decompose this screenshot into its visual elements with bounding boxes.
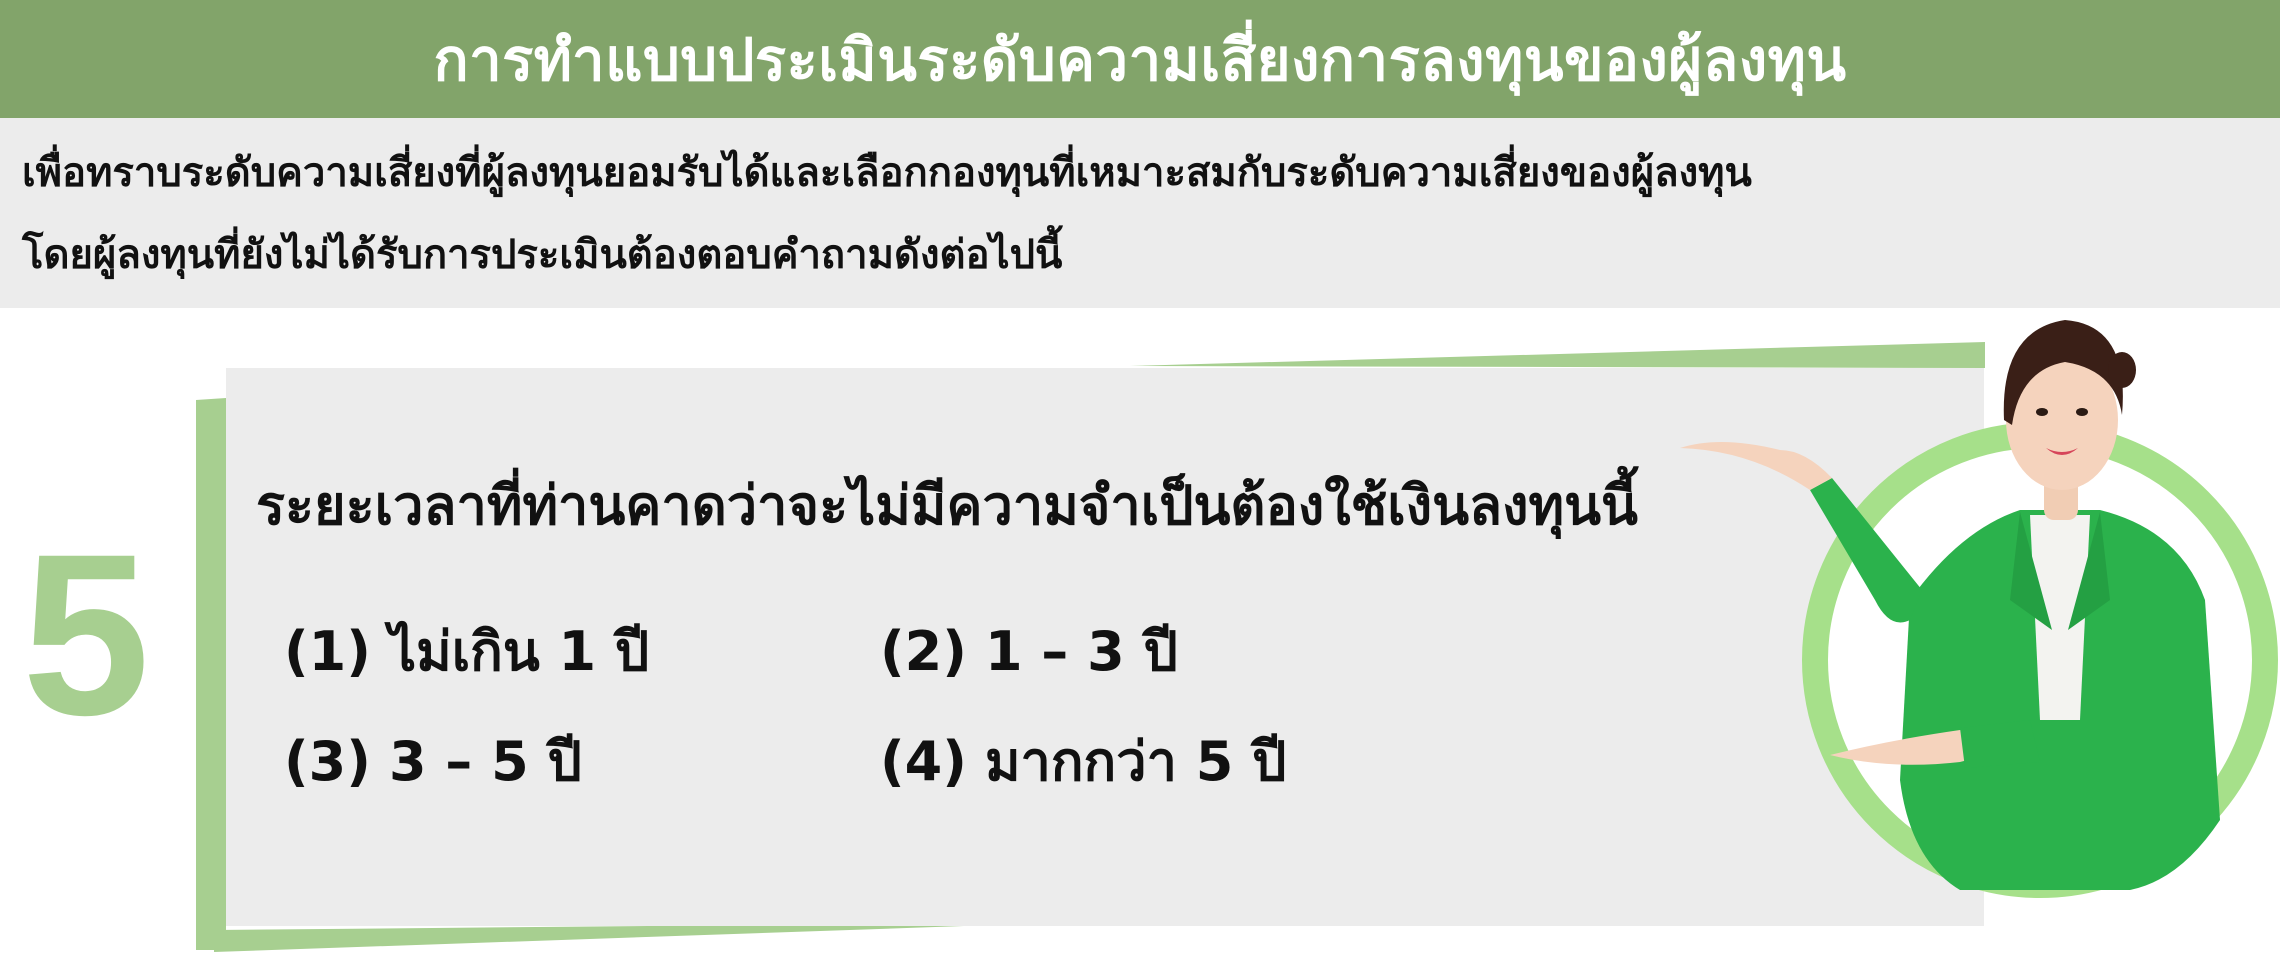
presenter-eye-left	[2036, 408, 2048, 416]
presenter-woman-illustration-icon	[1680, 320, 2278, 898]
answer-option-1-label: ไม่เกิน 1 ปี	[388, 620, 650, 683]
answer-option-2-label: 1 – 3 ปี	[984, 620, 1178, 683]
answer-option-4-number: (4)	[880, 730, 967, 793]
presenter-hand-raised	[1680, 441, 1832, 490]
answer-option-3-label: 3 – 5 ปี	[388, 730, 582, 793]
answer-option-4-label: มากกว่า 5 ปี	[984, 730, 1287, 793]
answer-option-1[interactable]: (1) ไม่เกิน 1 ปี	[284, 608, 649, 694]
answer-option-1-number: (1)	[284, 620, 371, 683]
answer-option-2[interactable]: (2) 1 – 3 ปี	[880, 608, 1178, 694]
answer-option-3-number: (3)	[284, 730, 371, 793]
presenter-cuff	[1960, 720, 2040, 768]
panel-green-frame-left	[196, 398, 226, 950]
answer-option-2-number: (2)	[880, 620, 967, 683]
presenter-eye-right	[2076, 408, 2088, 416]
answer-option-3[interactable]: (3) 3 – 5 ปี	[284, 718, 582, 804]
panel-green-frame-bottom	[214, 922, 1080, 952]
question-number: 5	[22, 506, 150, 763]
presenter-hair-bun	[2108, 352, 2136, 388]
slide: การทำแบบประเมินระดับความเสี่ยงการลงทุนขอ…	[0, 0, 2280, 980]
question-text: ระยะเวลาที่ท่านคาดว่าจะไม่มีความจำเป็นต้…	[256, 474, 1638, 537]
answer-option-4[interactable]: (4) มากกว่า 5 ปี	[880, 718, 1286, 804]
